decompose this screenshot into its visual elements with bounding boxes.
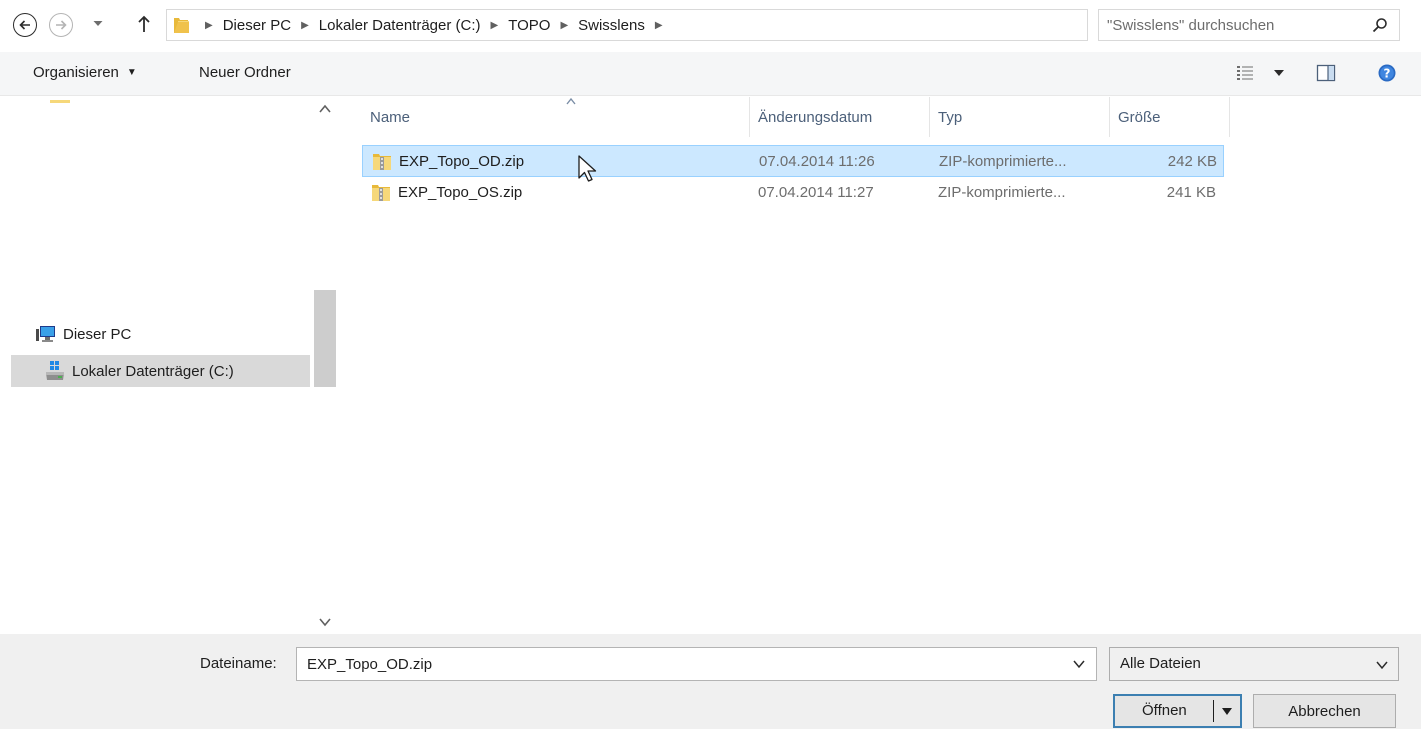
- cancel-button-label: Abbrechen: [1288, 702, 1361, 720]
- navigation-pane: Dieser PC Lokaler Datenträger (C:): [0, 97, 336, 634]
- new-folder-button[interactable]: Neuer Ordner: [199, 64, 291, 81]
- address-bar: ▶ Dieser PC ▶ Lokaler Datenträger (C:) ▶…: [0, 0, 1421, 50]
- column-header-name[interactable]: Name: [362, 97, 750, 137]
- chevron-down-icon[interactable]: [92, 16, 104, 30]
- column-header-label: Änderungsdatum: [758, 108, 873, 126]
- nav-item-partial: [50, 100, 70, 103]
- breadcrumb-separator[interactable]: ▶: [491, 20, 499, 31]
- column-header-label: Name: [370, 108, 411, 126]
- address-path-box[interactable]: ▶ Dieser PC ▶ Lokaler Datenträger (C:) ▶…: [166, 9, 1249, 41]
- mouse-cursor-icon: [578, 155, 597, 182]
- scroll-down-icon[interactable]: [319, 617, 331, 627]
- breadcrumb-separator[interactable]: ▶: [205, 20, 213, 31]
- open-split-divider: [1213, 700, 1214, 722]
- table-row[interactable]: EXP_Topo_OD.zip 07.04.2014 11:26 ZIP-kom…: [362, 145, 1224, 177]
- view-options-icon[interactable]: [1236, 64, 1254, 82]
- new-folder-label: Neuer Ordner: [199, 64, 291, 81]
- column-header-label: Typ: [938, 108, 963, 126]
- search-box[interactable]: [1098, 9, 1400, 41]
- file-name: EXP_Topo_OS.zip: [398, 183, 523, 201]
- chevron-down-icon[interactable]: [1221, 707, 1233, 717]
- table-row[interactable]: EXP_Topo_OS.zip 07.04.2014 11:27 ZIP-kom…: [362, 177, 1224, 209]
- file-list: Name Änderungsdatum Typ Größe EXP_Topo_O…: [344, 97, 1421, 634]
- file-size: 241 KB: [1166, 183, 1216, 201]
- open-button-label: Öffnen: [1142, 702, 1187, 719]
- file-date: 07.04.2014 11:26: [759, 152, 875, 170]
- file-type: ZIP-komprimierte...: [938, 183, 1066, 201]
- back-arrow-icon: [19, 20, 30, 30]
- nav-scrollbar[interactable]: [314, 97, 336, 634]
- organize-button[interactable]: Organisieren ▼: [33, 64, 137, 81]
- view-options-chevron-icon[interactable]: [1273, 68, 1285, 78]
- file-type: ZIP-komprimierte...: [939, 152, 1067, 170]
- nav-item-label: Lokaler Datenträger (C:): [72, 362, 234, 380]
- file-date: 07.04.2014 11:27: [758, 183, 874, 201]
- file-size: 242 KB: [1167, 152, 1217, 170]
- file-name: EXP_Topo_OD.zip: [399, 152, 525, 170]
- forward-button[interactable]: [49, 13, 73, 37]
- chevron-down-icon[interactable]: [1073, 659, 1085, 669]
- help-icon[interactable]: ?: [1377, 63, 1397, 83]
- file-name-cell: EXP_Topo_OD.zip: [371, 146, 751, 176]
- nav-item-dieser-pc[interactable]: Dieser PC: [35, 318, 314, 350]
- column-header-size[interactable]: Größe: [1110, 97, 1230, 137]
- chevron-down-icon: ▼: [126, 67, 137, 78]
- organize-label: Organisieren: [33, 64, 119, 81]
- filetype-value: Alle Dateien: [1120, 655, 1201, 672]
- up-arrow-icon[interactable]: [136, 14, 152, 34]
- drive-icon: [46, 361, 64, 380]
- folder-icon: [174, 18, 189, 33]
- column-header-type[interactable]: Typ: [930, 97, 1110, 137]
- breadcrumb: ▶ Dieser PC ▶ Lokaler Datenträger (C:) ▶…: [201, 10, 673, 40]
- forward-arrow-icon: [56, 20, 67, 30]
- filetype-select[interactable]: Alle Dateien: [1109, 647, 1399, 681]
- search-input[interactable]: [1099, 10, 1359, 40]
- breadcrumb-item-lokaler-datentraeger[interactable]: Lokaler Datenträger (C:): [319, 17, 481, 34]
- preview-pane-icon[interactable]: [1316, 63, 1336, 83]
- zip-folder-icon: [372, 185, 390, 201]
- breadcrumb-separator[interactable]: ▶: [655, 20, 663, 31]
- zip-folder-icon: [373, 154, 391, 170]
- breadcrumb-item-swisslens[interactable]: Swisslens: [578, 17, 645, 34]
- open-button[interactable]: Öffnen: [1113, 694, 1242, 728]
- column-header-date[interactable]: Änderungsdatum: [750, 97, 930, 137]
- back-button[interactable]: [13, 13, 37, 37]
- breadcrumb-item-topo[interactable]: TOPO: [508, 17, 550, 34]
- filename-input[interactable]: [297, 648, 1067, 680]
- scrollbar-thumb[interactable]: [314, 290, 336, 387]
- computer-icon: [36, 326, 55, 342]
- filename-label: Dateiname:: [200, 655, 277, 672]
- breadcrumb-item-dieser-pc[interactable]: Dieser PC: [223, 17, 291, 34]
- cancel-button[interactable]: Abbrechen: [1253, 694, 1396, 728]
- sort-ascending-icon: [566, 97, 576, 105]
- file-name-cell: EXP_Topo_OS.zip: [370, 177, 750, 207]
- chevron-down-icon: [1376, 661, 1388, 670]
- filename-combobox[interactable]: [296, 647, 1097, 681]
- nav-item-label: Dieser PC: [63, 325, 132, 343]
- breadcrumb-separator[interactable]: ▶: [560, 20, 568, 31]
- column-header-label: Größe: [1118, 108, 1161, 126]
- command-bar: Organisieren ▼ Neuer Ordner ?: [0, 52, 1421, 96]
- search-icon[interactable]: [1371, 16, 1389, 34]
- breadcrumb-separator[interactable]: ▶: [301, 20, 309, 31]
- dialog-footer: Dateiname: Alle Dateien Öffnen Abbrechen: [0, 634, 1421, 729]
- nav-item-lokaler-datentraeger[interactable]: Lokaler Datenträger (C:): [11, 355, 310, 387]
- svg-text:?: ?: [1384, 67, 1391, 81]
- scroll-up-icon[interactable]: [319, 104, 331, 114]
